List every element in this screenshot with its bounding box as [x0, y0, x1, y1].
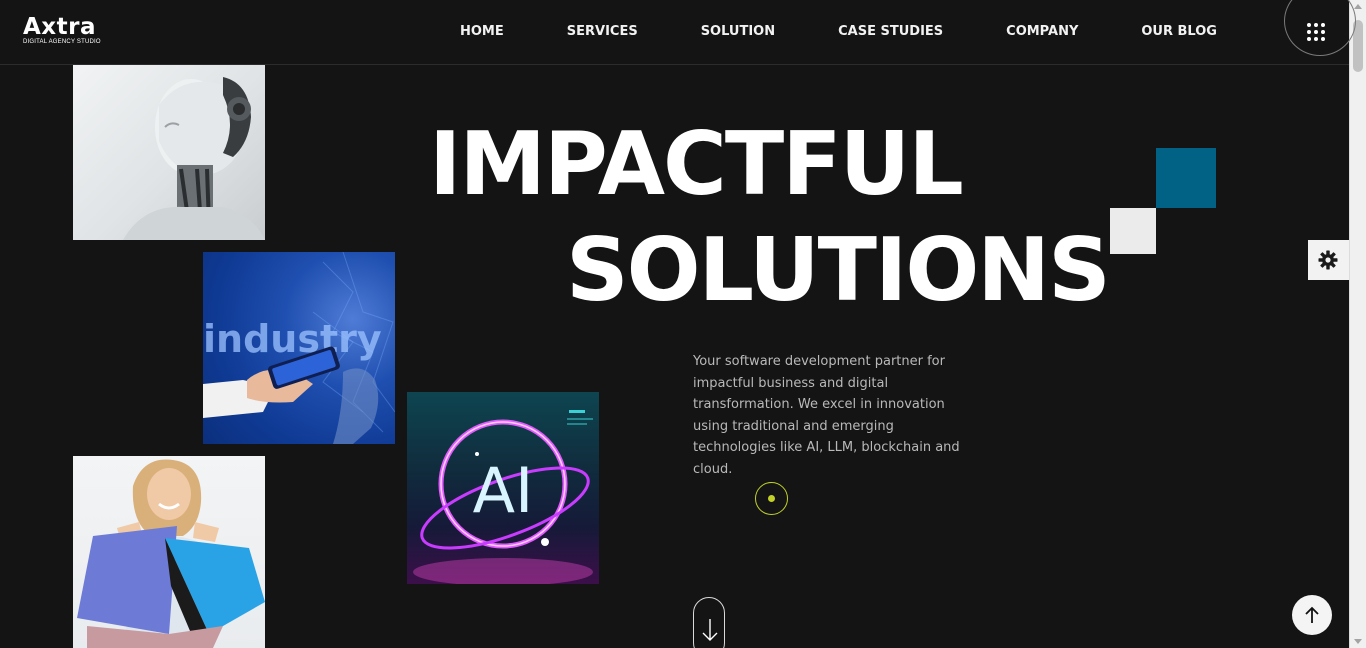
logo-wordmark: Axtra: [23, 14, 96, 40]
nav-item-company[interactable]: COMPANY: [1006, 24, 1078, 40]
scroll-down-arrow-icon[interactable]: [1354, 639, 1362, 644]
page-scrollbar[interactable]: [1349, 0, 1366, 648]
offcanvas-menu-button[interactable]: [1284, 0, 1356, 56]
nav-item-solution[interactable]: SOLUTION: [701, 24, 775, 40]
decorative-white-square: [1110, 208, 1156, 254]
robot-image: [73, 65, 265, 240]
main-nav: HOME SERVICES SOLUTION CASE STUDIES COMP…: [460, 24, 1217, 40]
grid-dots-icon: [1307, 23, 1326, 42]
decorative-blue-square: [1156, 148, 1216, 208]
svg-text:industry 5.0: industry 5.0: [203, 317, 395, 361]
logo[interactable]: Axtra DIGITAL AGENCY STUDIO: [23, 16, 113, 50]
scroll-up-arrow-icon[interactable]: [1354, 4, 1362, 9]
logo-tagline: DIGITAL AGENCY STUDIO: [23, 39, 101, 45]
ai-image: AI: [407, 392, 599, 584]
shopper-image: [73, 456, 265, 648]
nav-item-case-studies[interactable]: CASE STUDIES: [838, 24, 943, 40]
back-to-top-button[interactable]: [1292, 595, 1332, 635]
hero-title-line-1: IMPACTFUL: [429, 113, 964, 215]
nav-item-services[interactable]: SERVICES: [567, 24, 638, 40]
cursor-ring-icon: [755, 482, 788, 515]
hero-description: Your software development partner for im…: [693, 354, 960, 477]
arrow-down-icon: [702, 619, 718, 641]
gear-icon: [1318, 250, 1338, 270]
svg-text:AI: AI: [473, 454, 534, 527]
industry-image: industry 5.0: [203, 252, 395, 444]
scroll-down-button[interactable]: [693, 597, 725, 648]
nav-item-home[interactable]: HOME: [460, 24, 504, 40]
site-header: Axtra DIGITAL AGENCY STUDIO HOME SERVICE…: [0, 0, 1356, 65]
settings-button[interactable]: [1308, 240, 1349, 280]
nav-item-our-blog[interactable]: OUR BLOG: [1141, 24, 1217, 40]
hero-title-line-2: SOLUTIONS: [566, 219, 1111, 321]
arrow-up-icon: [1305, 606, 1319, 623]
